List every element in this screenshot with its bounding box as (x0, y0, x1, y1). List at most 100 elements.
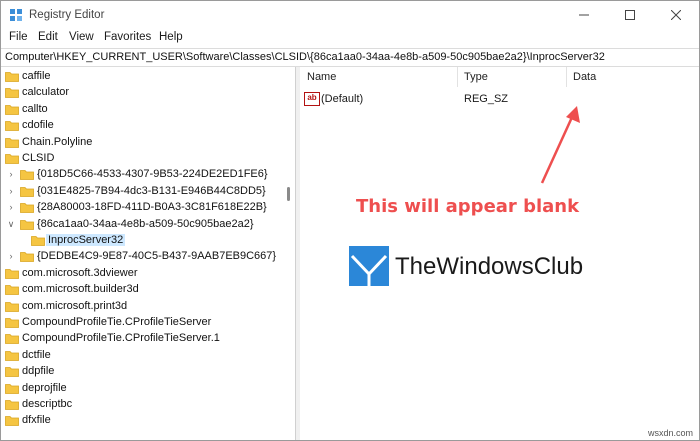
tree-item-label: dctfile (22, 348, 51, 361)
tree-item[interactable]: › {031E4825-7B94-4dc3-B131-E946B44C8DD5} (1, 184, 286, 200)
column-header-type[interactable]: Type (464, 71, 488, 83)
tree-item[interactable]: com.microsoft.print3d (1, 299, 286, 315)
tree-item[interactable]: CompoundProfileTie.CProfileTieServer.1 (1, 331, 286, 347)
menu-favorites[interactable]: Favorites (104, 31, 151, 43)
tree-item-label: com.microsoft.3dviewer (22, 266, 138, 279)
tree-item-label: Chain.Polyline (22, 135, 93, 148)
registry-editor-window: Registry Editor File Edit View Favorites… (0, 0, 700, 441)
tree-item[interactable]: caffile (1, 69, 286, 85)
folder-icon (5, 416, 19, 427)
folder-icon (5, 154, 19, 164)
tree-item-label: {86ca1aa0-34aa-4e8b-a509-50c905bae2a2} (37, 217, 254, 230)
tree-item[interactable]: ∨ {86ca1aa0-34aa-4e8b-a509-50c905bae2a2} (1, 217, 286, 233)
menu-edit[interactable]: Edit (38, 31, 58, 43)
tree-item-label: {DEDBE4C9-9E87-40C5-B437-9AAB7EB9C667} (37, 250, 277, 263)
folder-icon (31, 236, 45, 246)
folder-icon (5, 121, 19, 132)
folder-icon (5, 350, 19, 361)
tree-item[interactable]: › {018D5C66-4533-4307-9B53-224DE2ED1FE6} (1, 167, 286, 183)
tree-item-label: descriptbc (22, 398, 73, 410)
value-row[interactable]: ab (Default) REG_SZ (300, 91, 699, 107)
tree-item[interactable]: › {DEDBE4C9-9E87-40C5-B437-9AAB7EB9C667} (1, 249, 286, 265)
tree-item-label: CompoundProfileTie.CProfileTieServer (22, 316, 212, 328)
tree-item[interactable]: ddpfile (1, 364, 286, 380)
column-header-data[interactable]: Data (573, 71, 596, 83)
window-title: Registry Editor (29, 9, 105, 21)
folder-icon (5, 285, 19, 296)
address-path: Computer\HKEY_CURRENT_USER\Software\Clas… (5, 51, 605, 63)
menu-bar: File Edit View Favorites Help (1, 29, 699, 47)
tree-item-label: callto (22, 102, 48, 115)
tree-item-label: {28A80003-18FD-411D-B0A3-3C81F618E22B} (37, 201, 267, 214)
close-button[interactable] (653, 1, 699, 29)
tree-item-label: {031E4825-7B94-4dc3-B131-E946B44C8DD5} (37, 184, 266, 197)
tree-item[interactable]: dctfile (1, 348, 286, 364)
tree-scrollbar[interactable] (284, 67, 292, 440)
tree-item[interactable]: CLSID (1, 151, 286, 167)
logo-text: TheWindowsClub (395, 253, 584, 280)
tree-item[interactable]: › {28A80003-18FD-411D-B0A3-3C81F618E22B} (1, 200, 286, 216)
tree-item[interactable]: com.microsoft.builder3d (1, 282, 286, 298)
tree-item-label: InprocServer32 (46, 234, 126, 246)
address-bar[interactable]: Computer\HKEY_CURRENT_USER\Software\Clas… (1, 48, 699, 67)
folder-icon (20, 252, 34, 263)
maximize-button[interactable] (607, 1, 653, 29)
registry-editor-icon (10, 9, 22, 21)
tree-item[interactable]: cdofile (1, 118, 286, 134)
folder-icon (5, 367, 19, 378)
folder-icon (20, 170, 34, 181)
tree-item[interactable]: descriptbc (1, 397, 286, 413)
chevron-right-icon[interactable]: › (7, 251, 15, 261)
menu-help[interactable]: Help (159, 31, 183, 43)
column-header-name[interactable]: Name (307, 71, 336, 83)
key-tree-pane[interactable]: caffile calculator callto cdofile Chain.Poly… (1, 67, 294, 440)
tree-item[interactable]: dfxfile (1, 413, 286, 429)
watermark-text: wsxdn.com (647, 428, 693, 438)
tree-scrollbar-thumb[interactable] (287, 187, 290, 201)
column-divider[interactable] (457, 67, 458, 87)
minimize-icon (579, 14, 589, 16)
value-name: (Default) (321, 93, 364, 105)
value-type: REG_SZ (464, 93, 509, 105)
folder-icon (5, 72, 19, 82)
folder-icon (20, 219, 34, 230)
folder-icon (5, 104, 19, 115)
tree-item[interactable]: com.microsoft.3dviewer (1, 266, 286, 282)
thewindowsclub-logo-icon (349, 246, 389, 286)
tree-item[interactable]: InprocServer32 (1, 233, 286, 249)
tree-item[interactable]: Chain.Polyline (1, 135, 286, 151)
chevron-down-icon[interactable]: ∨ (7, 219, 15, 229)
folder-icon (5, 88, 19, 99)
tree-item[interactable]: calculator (1, 85, 286, 101)
tree-item[interactable]: deprojfile (1, 381, 286, 397)
folder-icon (20, 186, 34, 197)
chevron-right-icon[interactable]: › (7, 186, 15, 196)
title-bar: Registry Editor (1, 1, 699, 29)
tree-item[interactable]: callto (1, 102, 286, 118)
chevron-right-icon[interactable]: › (7, 169, 15, 179)
maximize-icon (625, 10, 635, 20)
tree-item[interactable]: CompoundProfileTie.CProfileTieServer (1, 315, 286, 331)
tree-item-label: cdofile (22, 119, 54, 132)
tree-item-label: ddpfile (22, 365, 55, 378)
chevron-right-icon[interactable]: › (7, 202, 15, 212)
tree-item-label: CompoundProfileTie.CProfileTieServer.1 (22, 332, 220, 345)
folder-icon (5, 318, 19, 328)
tree-item-label: com.microsoft.builder3d (22, 283, 139, 296)
tree-item-label: CLSID (22, 152, 55, 164)
folder-icon (5, 301, 19, 312)
folder-icon (5, 400, 19, 410)
folder-icon (5, 137, 19, 148)
folder-icon (20, 203, 34, 214)
folder-icon (5, 383, 19, 394)
close-icon (671, 10, 681, 20)
tree-item-label: {018D5C66-4533-4307-9B53-224DE2ED1FE6} (37, 168, 268, 181)
tree-item-label: dfxfile (22, 414, 51, 427)
annotation-arrow-icon (540, 106, 580, 184)
menu-view[interactable]: View (69, 31, 94, 43)
string-value-icon: ab (304, 92, 320, 106)
column-divider[interactable] (566, 67, 567, 87)
folder-icon (5, 268, 19, 279)
minimize-button[interactable] (561, 1, 607, 29)
menu-file[interactable]: File (9, 31, 28, 43)
